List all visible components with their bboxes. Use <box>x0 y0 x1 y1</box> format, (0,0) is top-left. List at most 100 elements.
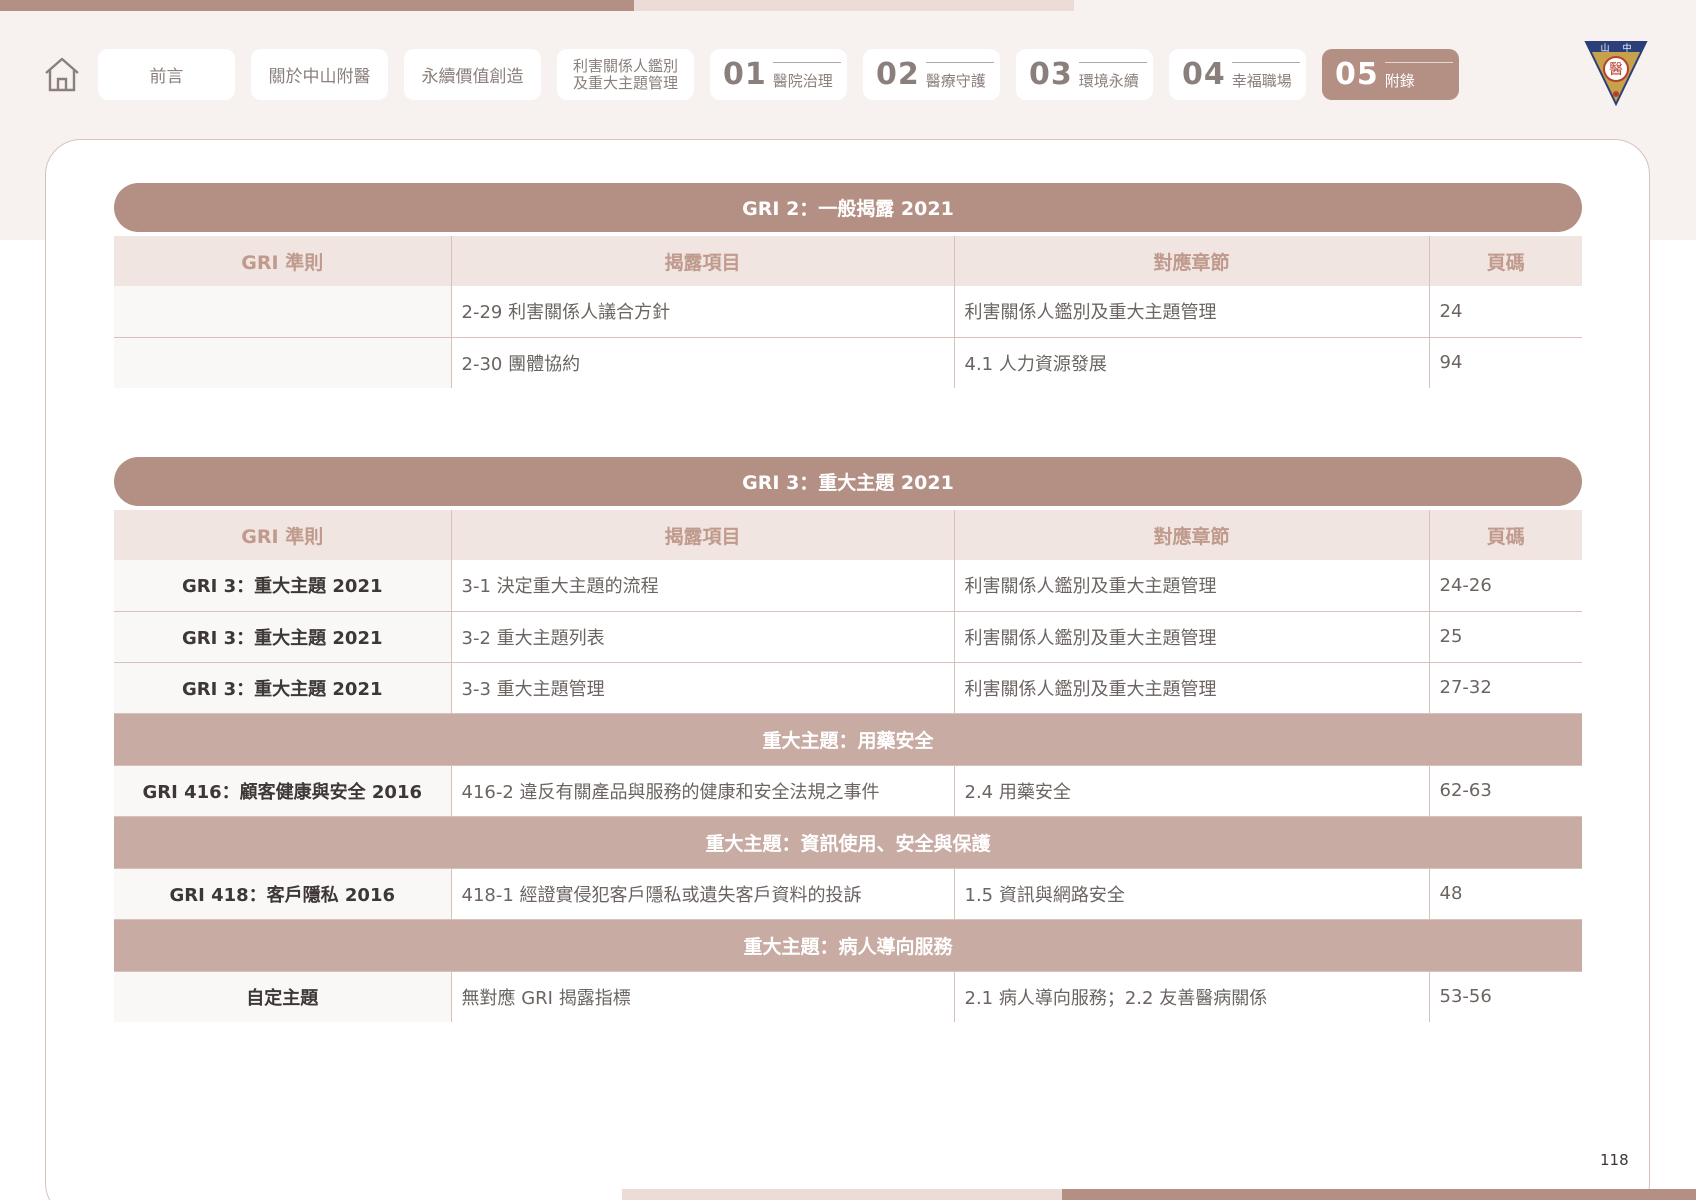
table-row: GRI 3：重大主題 2021 3-1 決定重大主題的流程 利害關係人鑑別及重大… <box>114 560 1582 611</box>
chapter-number: 03 <box>1029 57 1073 92</box>
table-row: GRI 3：重大主題 2021 3-3 重大主題管理 利害關係人鑑別及重大主題管… <box>114 661 1582 713</box>
cell-section: 4.1 人力資源發展 <box>953 336 1429 388</box>
divider <box>772 62 841 63</box>
table-header-row: GRI 準則 揭露項目 對應章節 頁碼 <box>114 510 1582 560</box>
header-section: 對應章節 <box>953 236 1429 286</box>
cell-disclosure: 3-1 決定重大主題的流程 <box>450 560 954 611</box>
section-title: 重大主題：資訊使用、安全與保護 <box>114 815 1582 868</box>
chapter-number: 05 <box>1335 57 1379 92</box>
cell-disclosure: 2-30 團體協約 <box>450 336 954 388</box>
chapter-label: 醫療守護 <box>925 72 986 90</box>
chapter-label: 環境永續 <box>1078 72 1139 90</box>
nav-chapter-01[interactable]: 01 醫院治理 <box>710 49 847 100</box>
nav-label: 前言 <box>149 67 184 87</box>
nav-label-line1: 利害關係人鑑別 <box>572 56 678 75</box>
cell-standard: GRI 418：客戶隱私 2016 <box>114 867 451 919</box>
cell-section: 2.4 用藥安全 <box>953 764 1429 816</box>
divider <box>925 62 994 63</box>
nav-chapter-03[interactable]: 03 環境永續 <box>1016 49 1153 100</box>
nav-value-creation[interactable]: 永續價值創造 <box>404 49 541 100</box>
bottom-accent-bar <box>1062 1189 1696 1200</box>
nav-preface[interactable]: 前言 <box>98 49 235 100</box>
divider <box>1231 62 1300 63</box>
home-icon[interactable] <box>42 54 82 94</box>
gri3-table-block: GRI 3：重大主題 2021 GRI 準則 揭露項目 對應章節 頁碼 GRI … <box>114 457 1582 1022</box>
cell-section: 利害關係人鑑別及重大主題管理 <box>953 661 1429 713</box>
cell-disclosure: 無對應 GRI 揭露指標 <box>450 970 954 1022</box>
divider <box>1078 62 1147 63</box>
cell-section: 1.5 資訊與網路安全 <box>953 867 1429 919</box>
table-header-row: GRI 準則 揭露項目 對應章節 頁碼 <box>114 236 1582 286</box>
cell-disclosure: 3-3 重大主題管理 <box>450 661 954 713</box>
chapter-nav: 前言 關於中山附醫 永續價值創造 利害關係人鑑別 及重大主題管理 01 醫院治理… <box>98 49 1459 100</box>
nav-stakeholders[interactable]: 利害關係人鑑別 及重大主題管理 <box>557 49 694 100</box>
table-row: GRI 418：客戶隱私 2016 418-1 經證實侵犯客戶隱私或遺失客戶資料… <box>114 867 1582 919</box>
table-row: 2-29 利害關係人議合方針 利害關係人鑑別及重大主題管理 24 <box>114 286 1582 337</box>
gri2-table-block: GRI 2：一般揭露 2021 GRI 準則 揭露項目 對應章節 頁碼 2-29… <box>114 183 1582 388</box>
nav-about[interactable]: 關於中山附醫 <box>251 49 388 100</box>
chapter-label: 醫院治理 <box>772 72 833 90</box>
section-row: 重大主題：用藥安全 <box>114 712 1582 765</box>
table-row: GRI 3：重大主題 2021 3-2 重大主題列表 利害關係人鑑別及重大主題管… <box>114 610 1582 662</box>
header-gri-standard: GRI 準則 <box>114 236 451 286</box>
header-page: 頁碼 <box>1428 236 1582 286</box>
nav-label-line2: 及重大主題管理 <box>572 73 678 92</box>
emblem-char-1: 山 <box>1600 43 1609 54</box>
gri2-table: GRI 準則 揭露項目 對應章節 頁碼 2-29 利害關係人議合方針 利害關係人… <box>114 236 1582 388</box>
chapter-label: 附錄 <box>1384 72 1415 90</box>
cell-standard: GRI 416：顧客健康與安全 2016 <box>114 764 451 816</box>
chapter-label: 幸福職場 <box>1231 72 1292 90</box>
section-title: 重大主題：用藥安全 <box>114 712 1582 765</box>
nav-chapter-02[interactable]: 02 醫療守護 <box>863 49 1000 100</box>
cell-disclosure: 2-29 利害關係人議合方針 <box>450 286 954 337</box>
cell-page: 25 <box>1428 610 1582 662</box>
cell-standard: GRI 3：重大主題 2021 <box>114 610 451 662</box>
cell-section: 利害關係人鑑別及重大主題管理 <box>953 286 1429 337</box>
cell-page: 62-63 <box>1428 764 1582 816</box>
page-number: 118 <box>1600 1151 1629 1169</box>
table-title: GRI 2：一般揭露 2021 <box>114 183 1582 232</box>
cell-section: 2.1 病人導向服務；2.2 友善醫病關係 <box>953 970 1429 1022</box>
cell-page: 24-26 <box>1428 560 1582 611</box>
cell-standard: 自定主題 <box>114 970 451 1022</box>
section-title: 重大主題：病人導向服務 <box>114 918 1582 971</box>
nav-label: 永續價值創造 <box>421 67 524 87</box>
cell-section: 利害關係人鑑別及重大主題管理 <box>953 610 1429 662</box>
table-row: 2-30 團體協約 4.1 人力資源發展 94 <box>114 336 1582 388</box>
gri3-table: GRI 準則 揭露項目 對應章節 頁碼 GRI 3：重大主題 2021 3-1 … <box>114 510 1582 1022</box>
cell-page: 94 <box>1428 336 1582 388</box>
header-disclosure: 揭露項目 <box>450 510 954 560</box>
header-page: 頁碼 <box>1428 510 1582 560</box>
table-row: 自定主題 無對應 GRI 揭露指標 2.1 病人導向服務；2.2 友善醫病關係 … <box>114 970 1582 1022</box>
header-gri-standard: GRI 準則 <box>114 510 451 560</box>
cell-disclosure: 416-2 違反有關產品與服務的健康和安全法規之事件 <box>450 764 954 816</box>
nav-chapter-04[interactable]: 04 幸福職場 <box>1169 49 1306 100</box>
cell-disclosure: 3-2 重大主題列表 <box>450 610 954 662</box>
header-section: 對應章節 <box>953 510 1429 560</box>
header-disclosure: 揭露項目 <box>450 236 954 286</box>
chapter-number: 02 <box>876 57 920 92</box>
section-row: 重大主題：資訊使用、安全與保護 <box>114 815 1582 868</box>
top-accent-bar-light <box>634 0 1074 11</box>
nav-label: 關於中山附醫 <box>268 67 371 87</box>
bottom-accent-bar-light <box>622 1189 1062 1200</box>
chapter-number: 04 <box>1182 57 1226 92</box>
cell-standard: GRI 3：重大主題 2021 <box>114 560 451 611</box>
chapter-number: 01 <box>723 57 767 92</box>
cell-page: 24 <box>1428 286 1582 337</box>
cell-page: 53-56 <box>1428 970 1582 1022</box>
section-row: 重大主題：病人導向服務 <box>114 918 1582 971</box>
divider <box>1384 62 1453 63</box>
emblem-char-2: 中 <box>1622 42 1631 54</box>
hospital-emblem: 山 中 醫 <box>1584 41 1648 106</box>
cell-standard <box>114 336 451 388</box>
cell-disclosure: 418-1 經證實侵犯客戶隱私或遺失客戶資料的投訴 <box>450 867 954 919</box>
cell-section: 利害關係人鑑別及重大主題管理 <box>953 560 1429 611</box>
nav-chapter-05[interactable]: 05 附錄 <box>1322 49 1459 100</box>
table-row: GRI 416：顧客健康與安全 2016 416-2 違反有關產品與服務的健康和… <box>114 764 1582 816</box>
cell-standard: GRI 3：重大主題 2021 <box>114 661 451 713</box>
cell-standard <box>114 286 451 337</box>
table-title: GRI 3：重大主題 2021 <box>114 457 1582 506</box>
cell-page: 48 <box>1428 867 1582 919</box>
emblem-char-3: 醫 <box>1609 62 1623 78</box>
